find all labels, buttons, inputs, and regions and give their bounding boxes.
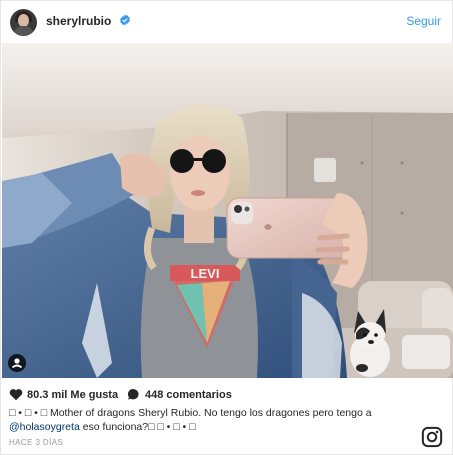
follow-button[interactable]: Seguir — [406, 14, 441, 28]
post-caption: □ • □ • □ Mother of dragons Sheryl Rubio… — [9, 406, 419, 434]
instagram-embed-card: sherylrubio Seguir LEVI 80.3 mil Me gust… — [0, 0, 453, 455]
verified-badge-icon — [120, 14, 130, 26]
post-actions: 80.3 mil Me gusta 448 comentarios — [9, 387, 449, 403]
selfie-photo: LEVI — [2, 43, 453, 378]
heart-icon[interactable] — [9, 388, 23, 401]
username[interactable]: sherylrubio — [46, 14, 111, 28]
post-photo[interactable]: LEVI — [2, 43, 453, 378]
user-tag-icon[interactable] — [8, 354, 26, 372]
likes-count[interactable]: 80.3 mil Me gusta — [27, 389, 118, 401]
caption-mention-link[interactable]: @holasoygreta — [9, 421, 80, 433]
post-timestamp[interactable]: HACE 3 DÍAS — [9, 438, 63, 447]
caption-text-rest: eso funciona?□ □ • □ • □ — [79, 421, 196, 433]
comments-count[interactable]: 448 comentarios — [145, 389, 232, 401]
avatar[interactable] — [10, 9, 37, 36]
shirt-graphic-text: LEVI — [191, 266, 220, 281]
instagram-logo-icon[interactable] — [421, 426, 443, 448]
comment-bubble-icon[interactable] — [127, 388, 140, 401]
caption-text: □ • □ • □ Mother of dragons Sheryl Rubio… — [9, 407, 372, 419]
post-header: sherylrubio Seguir — [1, 1, 452, 43]
